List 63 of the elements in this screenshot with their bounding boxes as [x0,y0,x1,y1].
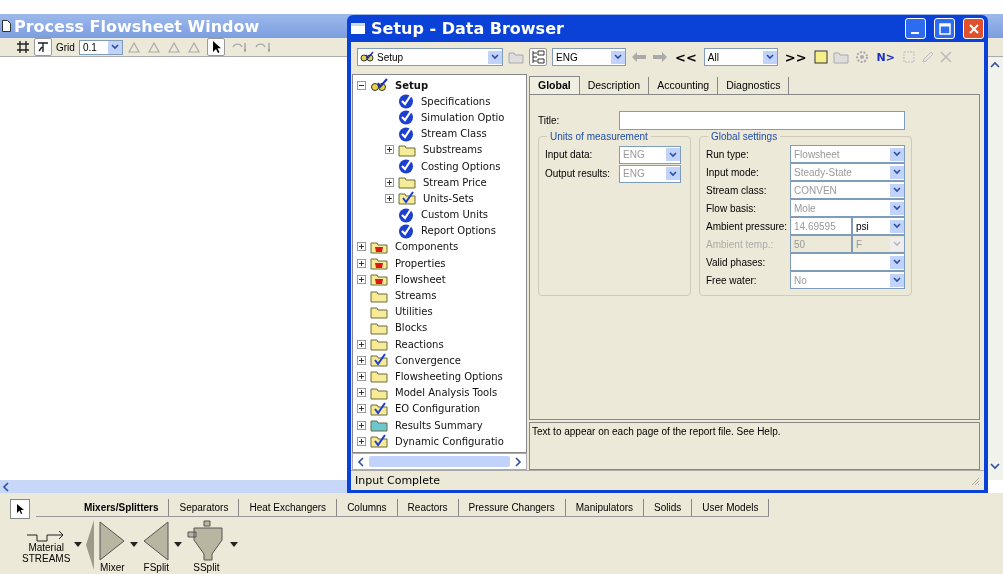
field-label: Stream class: [706,184,768,196]
library-tab[interactable]: Heat Exchangers [239,499,338,516]
tree-item[interactable]: Utilities [395,306,433,318]
tree-item[interactable]: Simulation Optio [421,111,505,123]
tree-item[interactable]: Convergence [395,354,461,366]
window-title: Setup - Data Browser [371,19,564,38]
group-title: Global settings [708,131,781,142]
tree-item[interactable]: Components [395,241,459,253]
help-text: Text to appear on each page of the report file. See Help. [529,422,980,470]
window-title: Process Flowsheet Window [14,16,260,36]
mixer-button[interactable]: Mixer [98,520,127,573]
library-tab[interactable]: Manipulators [565,499,645,516]
field-label: Flow basis: [706,202,757,214]
tree-item[interactable]: Results Summary [395,419,483,431]
next-input-button[interactable]: N> [874,50,898,64]
tree-item[interactable]: Streams [395,290,437,302]
field-label: Run type: [706,148,750,160]
group-title: Units of measurement [547,131,651,142]
status-text: Input Complete [355,474,440,487]
library-tab[interactable]: User Models [692,499,770,516]
field-label: Valid phases: [706,256,767,268]
tree-item[interactable]: Stream Class [421,128,487,140]
field-label: Ambient temp.: [706,238,775,250]
library-tab[interactable]: Reactors [397,499,459,516]
library-tab[interactable]: Pressure Changers [458,499,566,516]
tree-item[interactable]: Blocks [395,322,428,334]
tree-item[interactable]: Flowsheeting Options [395,370,503,382]
tree-item[interactable]: EO Configuration [395,403,481,415]
tree-item[interactable]: Specifications [421,95,491,107]
grid-label: Grid [56,41,75,53]
previous-button[interactable]: << [673,49,699,65]
unit-dropdown[interactable]: psi [852,217,905,235]
solids-splitter-button[interactable]: SSplit [186,520,227,573]
material-stream-button[interactable]: Material STREAMS [22,520,71,564]
field-label: Title: [538,115,561,126]
library-tab[interactable]: Mixers/Splitters [74,499,170,516]
grid-size-dropdown[interactable]: 0.1 [78,39,123,55]
tree-item[interactable]: Properties [395,257,446,269]
tree-item[interactable]: Substreams [423,144,483,156]
splitter-button[interactable]: FSplit [142,520,171,573]
next-button[interactable]: >> [782,49,809,65]
field-label: Ambient pressure: [706,220,789,232]
tree-item[interactable]: Model Analysis Tools [395,387,498,399]
tree-item[interactable]: Dynamic Configuratio [395,435,504,447]
field-label: Input mode: [706,166,760,178]
tree-item[interactable]: Setup [395,79,429,91]
library-tab[interactable]: Columns [337,499,398,516]
tree-item[interactable]: Stream Price [423,176,487,188]
tree-item[interactable]: Flowsheet [395,273,446,285]
tree-item[interactable]: Costing Options [421,160,501,172]
filter-dropdown[interactable]: All [703,48,778,66]
tree-item[interactable]: Reactions [395,338,444,350]
library-tab[interactable]: Solids [644,499,693,516]
field-label: Input data: [545,149,594,160]
form-tab[interactable]: Global [529,76,580,94]
field-label: Output results: [545,168,612,179]
field-label: Free water: [706,274,758,286]
tree-item[interactable]: Report Options [421,225,496,237]
library-tab[interactable]: Separators [169,499,240,516]
units-dropdown[interactable]: ENG [552,48,626,66]
tree-item[interactable]: Units-Sets [423,192,474,204]
form-dropdown[interactable]: Setup [357,48,503,66]
tree-item[interactable]: Custom Units [421,209,489,221]
